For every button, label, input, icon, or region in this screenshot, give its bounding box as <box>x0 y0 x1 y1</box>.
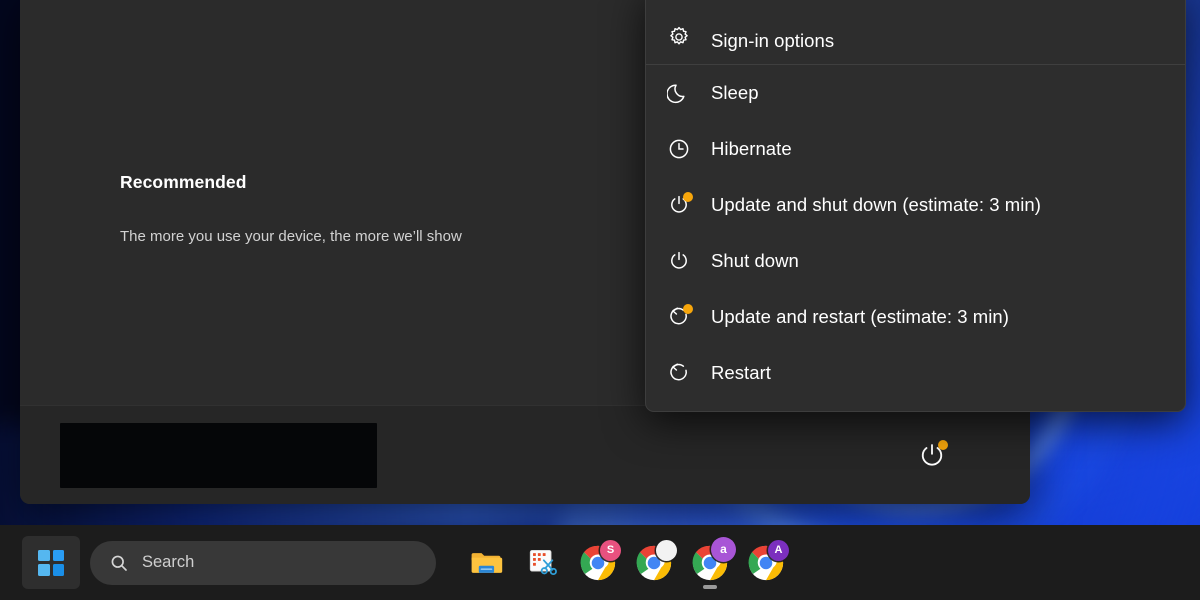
update-badge-dot <box>683 192 693 202</box>
menu-item-shut-down[interactable]: Shut down <box>646 233 1185 289</box>
chrome-icon: A <box>747 539 789 582</box>
recommended-heading: Recommended <box>120 172 247 192</box>
power-icon <box>667 190 701 220</box>
restart-icon <box>667 302 701 332</box>
menu-item-label: Update and shut down (estimate: 3 min) <box>711 194 1041 215</box>
menu-item-label: Sleep <box>711 82 759 103</box>
power-context-menu: Sign-in options Sleep Hibernate Update a… <box>645 0 1186 412</box>
menu-item-label: Update and restart (estimate: 3 min) <box>711 306 1009 327</box>
chrome-profile-badge: a <box>711 536 736 562</box>
menu-item-update-and-shut-down[interactable]: Update and shut down (estimate: 3 min) <box>646 177 1185 233</box>
menu-item-sleep[interactable]: Sleep <box>646 65 1185 121</box>
menu-item-label: Hibernate <box>711 138 792 159</box>
chrome-icon <box>635 539 677 582</box>
moon-icon <box>667 78 701 108</box>
start-menu-footer <box>20 405 1030 504</box>
logo-pane <box>52 564 64 576</box>
taskbar-active-indicator <box>703 585 717 589</box>
menu-item-sign-in-options[interactable]: Sign-in options <box>646 0 1185 64</box>
logo-pane <box>52 549 64 561</box>
chrome-profile-badge: A <box>768 539 789 561</box>
chrome-profile-badge: S <box>600 539 621 561</box>
taskbar-app-file-explorer[interactable] <box>458 535 514 591</box>
taskbar-app-snipping-tool[interactable] <box>514 535 570 591</box>
gear-icon <box>667 22 701 52</box>
start-button[interactable] <box>22 536 80 589</box>
recommended-empty-text: The more you use your device, the more w… <box>120 228 462 245</box>
menu-item-label: Shut down <box>711 250 799 271</box>
taskbar-app-chrome-profile-a-upper[interactable]: A <box>738 535 794 591</box>
update-badge-dot <box>683 304 693 314</box>
taskbar-items: Search S a A <box>0 535 794 591</box>
taskbar-app-chrome-profile-a-lower[interactable]: a <box>682 535 738 591</box>
menu-item-update-and-restart[interactable]: Update and restart (estimate: 3 min) <box>646 289 1185 345</box>
menu-item-label: Sign-in options <box>711 30 835 51</box>
clock-icon <box>667 134 701 164</box>
taskbar-app-chrome-profile-s[interactable]: S <box>570 535 626 591</box>
file-explorer-icon <box>471 552 503 573</box>
restart-icon <box>667 358 701 388</box>
chrome-icon: S <box>579 539 621 582</box>
logo-pane <box>38 549 50 561</box>
user-account-button[interactable] <box>60 423 377 488</box>
taskbar-app-chrome-profile-plain[interactable] <box>626 535 682 591</box>
menu-item-hibernate[interactable]: Hibernate <box>646 121 1185 177</box>
windows-logo-icon <box>38 549 64 576</box>
chrome-icon: a <box>691 536 736 582</box>
search-input[interactable]: Search <box>90 540 436 585</box>
logo-pane <box>38 564 50 576</box>
search-icon <box>109 553 129 573</box>
search-placeholder: Search <box>142 553 195 571</box>
chrome-profile-badge <box>656 539 677 561</box>
power-icon <box>917 440 948 471</box>
power-button[interactable] <box>896 420 968 492</box>
snipping-tool-icon <box>529 549 557 575</box>
taskbar: Search S a A <box>0 525 1200 600</box>
update-badge-dot <box>938 440 948 450</box>
power-icon <box>667 246 701 276</box>
menu-item-label: Restart <box>711 362 771 383</box>
menu-item-restart[interactable]: Restart <box>646 345 1185 401</box>
